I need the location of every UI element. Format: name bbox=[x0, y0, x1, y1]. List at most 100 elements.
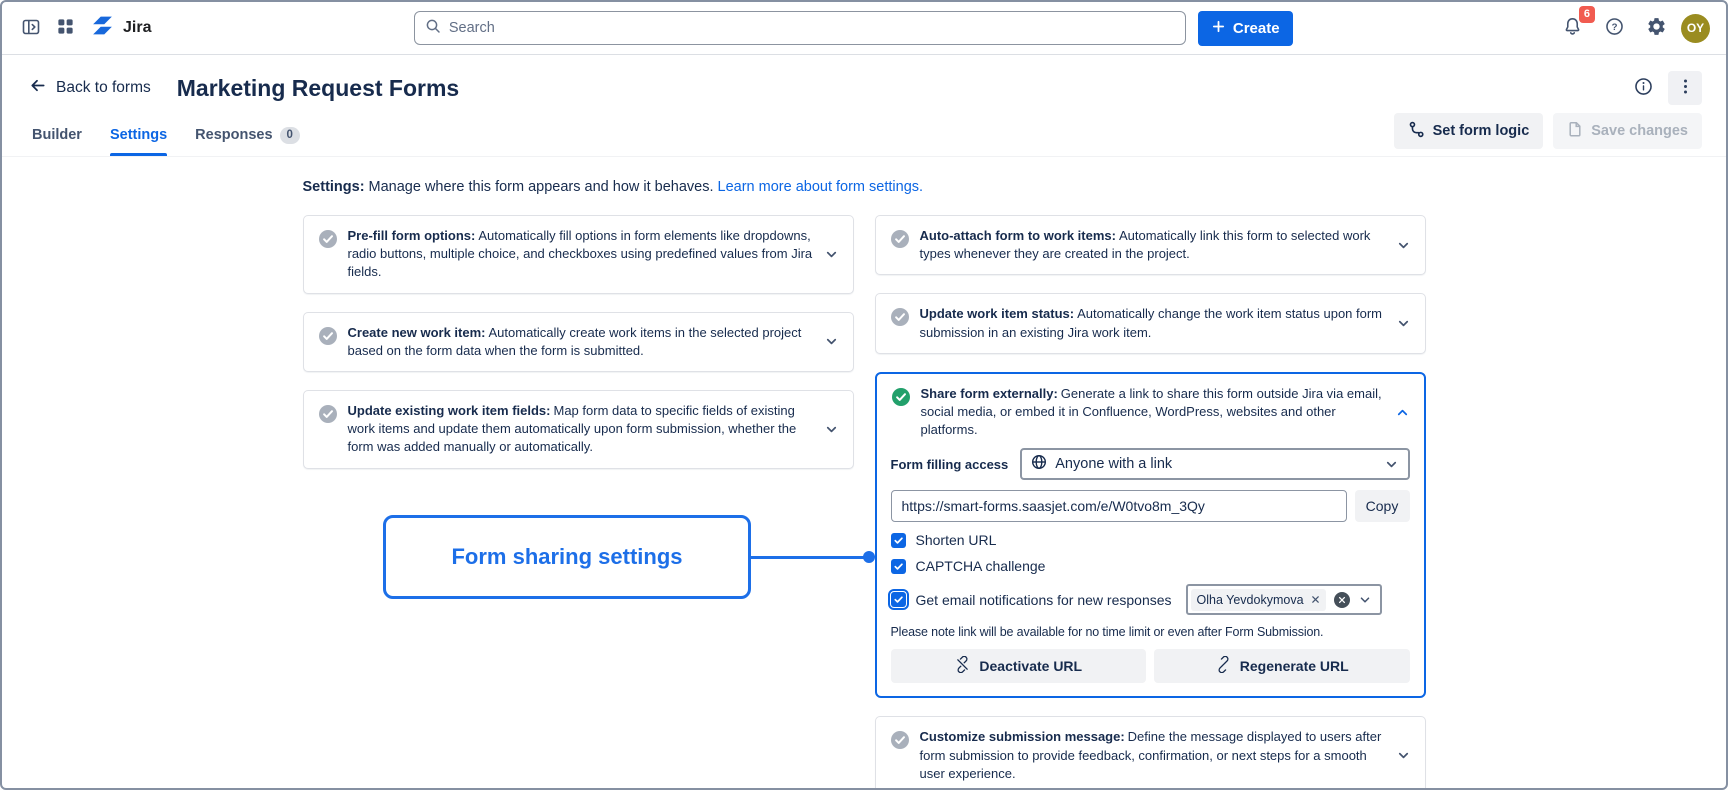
settings-button[interactable] bbox=[1639, 11, 1673, 45]
set-form-logic-button[interactable]: Set form logic bbox=[1394, 113, 1544, 149]
notification-badge: 6 bbox=[1579, 6, 1595, 23]
settings-intro: Settings:Manage where this form appears … bbox=[303, 179, 1426, 195]
check-circle-icon bbox=[318, 404, 338, 457]
annotation-connector bbox=[750, 556, 870, 559]
remove-recipient-icon[interactable] bbox=[1311, 593, 1320, 607]
save-icon bbox=[1567, 121, 1583, 141]
sidebar-toggle-button[interactable] bbox=[14, 11, 48, 45]
card-title: Share form externally: bbox=[921, 386, 1058, 401]
share-url-input[interactable] bbox=[891, 490, 1347, 522]
tab-responses[interactable]: Responses 0 bbox=[195, 121, 300, 157]
card-text: Update work item status:Automatically ch… bbox=[920, 305, 1386, 341]
svg-text:?: ? bbox=[1611, 22, 1617, 33]
card-create-new-work-item[interactable]: Create new work item:Automatically creat… bbox=[303, 312, 854, 372]
tabs-row: Builder Settings Responses 0 Set form lo… bbox=[2, 113, 1726, 157]
tab-builder[interactable]: Builder bbox=[32, 121, 82, 157]
recipient-tag: Olha Yevdokymova bbox=[1191, 589, 1326, 611]
search-icon bbox=[425, 18, 441, 39]
brand[interactable]: Jira bbox=[90, 13, 151, 43]
back-link-label: Back to forms bbox=[56, 79, 151, 97]
chevron-down-icon[interactable] bbox=[1396, 748, 1411, 763]
tabs: Builder Settings Responses 0 bbox=[32, 121, 300, 157]
save-changes-button[interactable]: Save changes bbox=[1553, 113, 1702, 149]
kebab-icon bbox=[1676, 77, 1695, 99]
check-circle-icon bbox=[890, 730, 910, 783]
main-content: Settings:Manage where this form appears … bbox=[2, 157, 1726, 788]
deactivate-url-button[interactable]: Deactivate URL bbox=[891, 649, 1147, 683]
page-header: Back to forms Marketing Request Forms bbox=[2, 55, 1726, 113]
intro-lead: Settings: bbox=[303, 179, 365, 195]
chevron-down-icon[interactable] bbox=[1396, 238, 1411, 253]
tab-settings-label: Settings bbox=[110, 127, 167, 143]
info-icon bbox=[1633, 76, 1654, 100]
card-share-form-externally: Share form externally:Generate a link to… bbox=[875, 372, 1426, 699]
tab-settings[interactable]: Settings bbox=[110, 121, 167, 157]
left-column: Pre-fill form options:Automatically fill… bbox=[303, 215, 854, 469]
card-text: Customize submission message:Define the … bbox=[920, 728, 1386, 783]
help-icon: ? bbox=[1604, 16, 1625, 40]
app-switcher-icon bbox=[56, 17, 75, 39]
card-title: Auto-attach form to work items: bbox=[920, 228, 1116, 243]
chevron-down-icon[interactable] bbox=[824, 422, 839, 437]
card-auto-attach-form[interactable]: Auto-attach form to work items:Automatic… bbox=[875, 215, 1426, 275]
link-availability-note: Please note link will be available for n… bbox=[891, 625, 1410, 639]
more-actions-button[interactable] bbox=[1668, 71, 1702, 105]
card-update-existing-work-item-fields[interactable]: Update existing work item fields:Map for… bbox=[303, 390, 854, 469]
card-title: Create new work item: bbox=[348, 325, 486, 340]
search-box[interactable] bbox=[414, 11, 1186, 45]
recipient-name: Olha Yevdokymova bbox=[1197, 593, 1304, 607]
card-customize-submission-message[interactable]: Customize submission message:Define the … bbox=[875, 716, 1426, 788]
chevron-down-icon[interactable] bbox=[824, 247, 839, 262]
top-navigation-bar: Jira Create 6 ? bbox=[2, 2, 1726, 55]
search-input[interactable] bbox=[449, 20, 1175, 36]
deactivate-url-label: Deactivate URL bbox=[979, 658, 1082, 674]
topbar-center: Create bbox=[151, 11, 1555, 46]
copy-url-button[interactable]: Copy bbox=[1355, 490, 1410, 522]
plus-icon bbox=[1211, 19, 1226, 38]
back-to-forms-link[interactable]: Back to forms bbox=[28, 76, 151, 100]
learn-more-link[interactable]: Learn more about form settings. bbox=[718, 179, 924, 195]
card-title: Pre-fill form options: bbox=[348, 228, 476, 243]
shorten-url-label[interactable]: Shorten URL bbox=[916, 532, 997, 548]
help-button[interactable]: ? bbox=[1597, 11, 1631, 45]
card-prefill-form-options[interactable]: Pre-fill form options:Automatically fill… bbox=[303, 215, 854, 294]
globe-icon bbox=[1031, 454, 1047, 474]
chevron-down-icon bbox=[1384, 457, 1399, 472]
tab-builder-label: Builder bbox=[32, 127, 82, 143]
chevron-up-icon[interactable] bbox=[1395, 405, 1410, 420]
card-title: Update existing work item fields: bbox=[348, 403, 551, 418]
right-column: Auto-attach form to work items:Automatic… bbox=[875, 215, 1426, 788]
captcha-checkbox[interactable] bbox=[891, 559, 906, 574]
create-button[interactable]: Create bbox=[1198, 11, 1293, 46]
chevron-down-icon[interactable] bbox=[1396, 316, 1411, 331]
email-notifications-label[interactable]: Get email notifications for new response… bbox=[916, 592, 1172, 608]
check-circle-icon bbox=[890, 229, 910, 263]
card-title: Update work item status: bbox=[920, 306, 1075, 321]
chevron-down-icon[interactable] bbox=[824, 334, 839, 349]
topbar-right: 6 ? OY bbox=[1555, 11, 1710, 45]
brand-name: Jira bbox=[123, 19, 151, 37]
clear-icon[interactable] bbox=[1334, 592, 1350, 608]
check-circle-icon bbox=[318, 229, 338, 282]
unlink-icon bbox=[954, 656, 971, 676]
check-circle-icon bbox=[890, 307, 910, 341]
save-changes-label: Save changes bbox=[1591, 123, 1688, 139]
chevron-down-icon[interactable] bbox=[1358, 593, 1372, 607]
card-update-work-item-status[interactable]: Update work item status:Automatically ch… bbox=[875, 293, 1426, 353]
captcha-label[interactable]: CAPTCHA challenge bbox=[916, 558, 1046, 574]
recipient-select[interactable]: Olha Yevdokymova bbox=[1186, 584, 1382, 615]
annotation-dot bbox=[863, 551, 875, 563]
form-filling-access-select[interactable]: Anyone with a link bbox=[1020, 448, 1409, 480]
annotation-callout: Form sharing settings bbox=[383, 515, 751, 599]
app-switcher-button[interactable] bbox=[48, 11, 82, 45]
avatar[interactable]: OY bbox=[1681, 14, 1710, 43]
email-notifications-checkbox[interactable] bbox=[891, 592, 906, 607]
create-button-label: Create bbox=[1233, 20, 1280, 37]
sidebar-toggle-icon bbox=[21, 17, 41, 40]
regenerate-url-button[interactable]: Regenerate URL bbox=[1154, 649, 1410, 683]
gear-icon bbox=[1646, 16, 1667, 40]
check-circle-icon bbox=[318, 326, 338, 360]
info-button[interactable] bbox=[1626, 71, 1660, 105]
tab-responses-label: Responses bbox=[195, 127, 272, 143]
shorten-url-checkbox[interactable] bbox=[891, 533, 906, 548]
